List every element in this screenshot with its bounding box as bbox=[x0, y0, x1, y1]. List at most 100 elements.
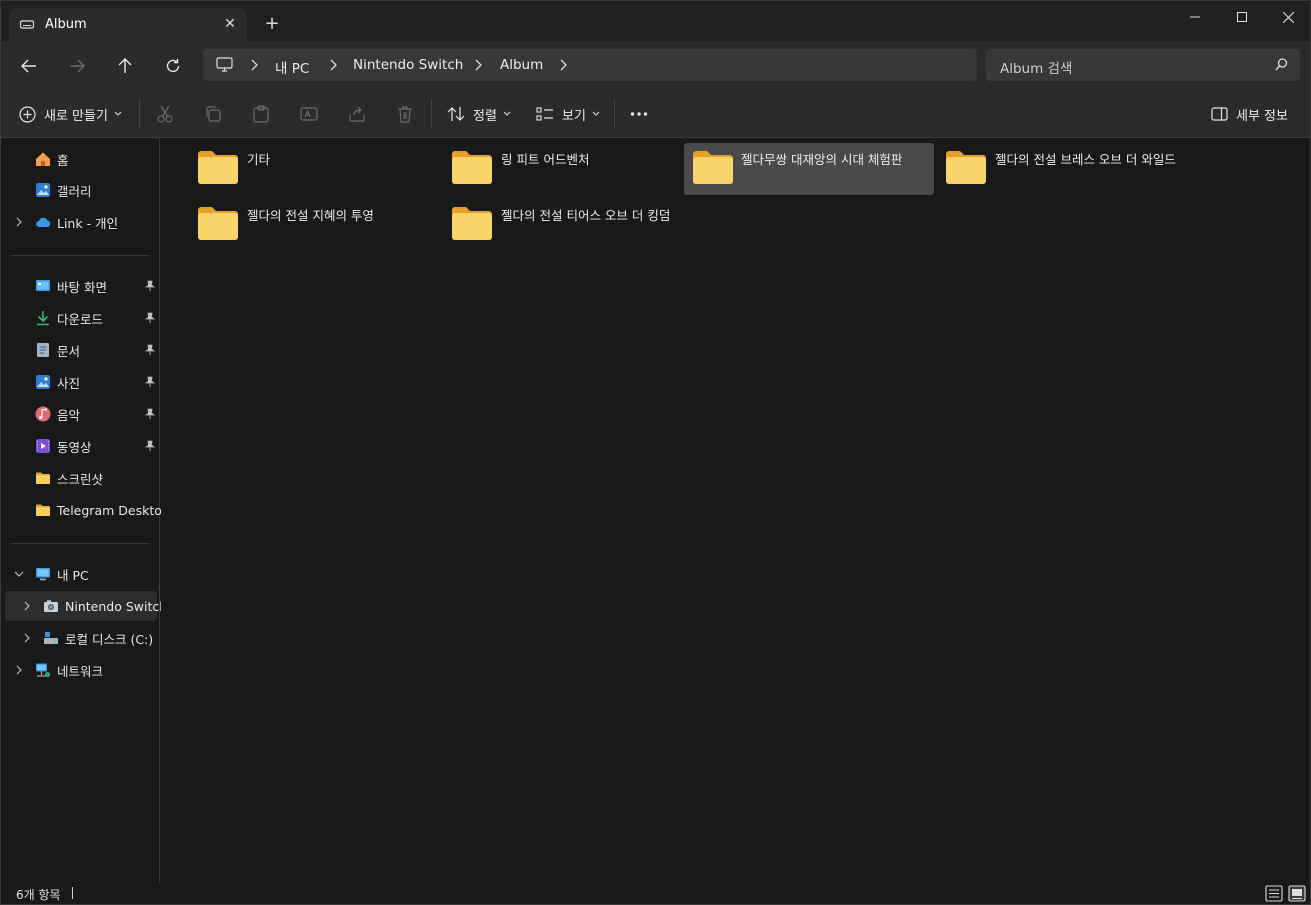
pin-icon[interactable] bbox=[145, 280, 155, 292]
folder-icon bbox=[36, 472, 50, 484]
large-icons-view-icon[interactable] bbox=[1288, 885, 1306, 902]
close-window-button[interactable] bbox=[1265, 1, 1310, 33]
navigation-bar: 내 PC Nintendo Switch Album Album 검색 bbox=[1, 41, 1310, 89]
pin-icon[interactable] bbox=[145, 344, 155, 356]
rename-icon bbox=[300, 107, 318, 121]
sidebar-item-onedrive[interactable]: Link - 개인 bbox=[5, 207, 157, 237]
sidebar-label: 음악 bbox=[57, 407, 81, 423]
sidebar-item-downloads[interactable]: 다운로드 bbox=[5, 303, 157, 333]
folder-item[interactable]: 젤다의 전설 지혜의 투영 bbox=[176, 199, 426, 251]
chevron-right-icon bbox=[475, 59, 482, 71]
sidebar-item-screenshots[interactable]: 스크린샷 bbox=[5, 463, 157, 493]
sidebar-item-videos[interactable]: 동영상 bbox=[5, 431, 157, 461]
new-button[interactable]: 새로 만들기 bbox=[19, 103, 122, 125]
chevron-right-icon[interactable] bbox=[21, 632, 33, 644]
minimize-icon bbox=[1190, 16, 1200, 18]
refresh-icon bbox=[166, 59, 180, 73]
tab-album[interactable]: Album ✕ bbox=[9, 8, 247, 41]
share-button[interactable] bbox=[348, 103, 366, 125]
pin-icon[interactable] bbox=[145, 408, 155, 420]
minimize-button[interactable] bbox=[1172, 1, 1218, 33]
pin-icon[interactable] bbox=[145, 376, 155, 388]
document-icon bbox=[37, 343, 49, 357]
computer-icon bbox=[36, 568, 50, 581]
address-bar[interactable]: 내 PC Nintendo Switch Album bbox=[203, 49, 977, 81]
view-label: 보기 bbox=[562, 108, 586, 124]
sidebar-label: 문서 bbox=[57, 343, 81, 359]
folder-name: 젤다무쌍 대재앙의 시대 체험판 bbox=[741, 152, 903, 167]
paste-button[interactable] bbox=[252, 103, 270, 125]
maximize-button[interactable] bbox=[1219, 1, 1265, 33]
sidebar-label: Nintendo Switch bbox=[65, 598, 168, 614]
folder-item[interactable]: 젤다의 전설 티어스 오브 더 킹덤 bbox=[430, 199, 680, 251]
more-icon bbox=[630, 112, 648, 116]
video-icon bbox=[36, 439, 50, 453]
new-tab-button[interactable]: + bbox=[261, 13, 283, 35]
folder-icon bbox=[946, 151, 986, 184]
details-view-icon[interactable] bbox=[1265, 885, 1283, 902]
more-options-button[interactable] bbox=[630, 103, 648, 125]
sidebar-item-home[interactable]: 홈 bbox=[5, 144, 157, 174]
monitor-icon bbox=[216, 57, 233, 72]
breadcrumb-this-pc[interactable]: 내 PC bbox=[275, 57, 309, 77]
sidebar-label: 로컬 디스크 (C:) bbox=[65, 631, 154, 647]
forward-button[interactable] bbox=[64, 53, 90, 79]
sort-label: 정렬 bbox=[473, 108, 497, 124]
view-button[interactable]: 보기 bbox=[536, 103, 600, 125]
breadcrumb-album[interactable]: Album bbox=[500, 57, 543, 73]
status-bar: 6개 항목 bbox=[1, 883, 1310, 904]
chevron-right-icon[interactable] bbox=[13, 664, 25, 676]
cut-button[interactable] bbox=[156, 103, 174, 125]
copy-button[interactable] bbox=[204, 103, 222, 125]
desktop-icon bbox=[36, 280, 50, 291]
folder-item[interactable]: 링 피트 어드벤처 bbox=[430, 143, 680, 195]
toolbar-divider bbox=[139, 99, 140, 129]
scissors-icon bbox=[157, 105, 173, 123]
title-bar: Album ✕ + bbox=[1, 1, 1310, 41]
sidebar-item-gallery[interactable]: 갤러리 bbox=[5, 175, 157, 205]
share-icon bbox=[349, 106, 365, 122]
rename-button[interactable] bbox=[300, 103, 318, 125]
pictures-icon bbox=[36, 375, 50, 389]
pin-icon[interactable] bbox=[145, 440, 155, 452]
sidebar-item-this-pc[interactable]: 내 PC bbox=[5, 559, 157, 589]
sidebar-item-pictures[interactable]: 사진 bbox=[5, 367, 157, 397]
details-pane-button[interactable]: 세부 정보 bbox=[1211, 103, 1288, 125]
trash-icon bbox=[398, 106, 412, 123]
sidebar-item-telegram[interactable]: Telegram Desktop bbox=[5, 495, 170, 525]
pin-icon[interactable] bbox=[145, 312, 155, 324]
delete-button[interactable] bbox=[396, 103, 414, 125]
sidebar-item-local-disk[interactable]: 로컬 디스크 (C:) bbox=[5, 623, 157, 653]
folder-item[interactable]: 젤다무쌍 대재앙의 시대 체험판 bbox=[684, 143, 934, 195]
details-label: 세부 정보 bbox=[1236, 108, 1288, 124]
chevron-down-icon bbox=[114, 111, 122, 116]
sidebar-item-network[interactable]: 네트워크 bbox=[5, 655, 157, 685]
close-tab-button[interactable]: ✕ bbox=[219, 14, 241, 34]
copy-icon bbox=[206, 106, 221, 122]
sidebar-item-music[interactable]: 음악 bbox=[5, 399, 157, 429]
close-icon bbox=[1282, 11, 1294, 23]
folder-item[interactable]: 젤다의 전설 브레스 오브 더 와일드 bbox=[924, 143, 1176, 195]
details-pane-icon bbox=[1211, 107, 1228, 121]
sort-button[interactable]: 정렬 bbox=[447, 103, 511, 125]
sidebar-item-desktop[interactable]: 바탕 화면 bbox=[5, 271, 157, 301]
sidebar-item-nintendo-switch[interactable]: Nintendo Switch bbox=[5, 591, 167, 621]
breadcrumb-nintendo-switch[interactable]: Nintendo Switch bbox=[353, 57, 463, 73]
navigation-pane: 홈 갤러리 Link - 개인 바탕 화면 다운로드 문서 사진 음악 동영상 … bbox=[1, 138, 170, 883]
drive-icon bbox=[20, 20, 34, 29]
sidebar-label: 다운로드 bbox=[57, 311, 104, 327]
chevron-down-icon[interactable] bbox=[13, 568, 25, 580]
search-input[interactable]: Album 검색 bbox=[986, 49, 1300, 81]
chevron-right-icon[interactable] bbox=[13, 216, 25, 228]
sidebar-item-documents[interactable]: 문서 bbox=[5, 335, 157, 365]
sidebar-label: 사진 bbox=[57, 375, 81, 391]
item-count: 6개 항목 bbox=[16, 888, 61, 902]
back-button[interactable] bbox=[16, 53, 42, 79]
camera-icon bbox=[44, 600, 58, 612]
up-button[interactable] bbox=[112, 53, 138, 79]
folder-item[interactable]: 기타 bbox=[176, 143, 426, 195]
refresh-button[interactable] bbox=[160, 53, 186, 79]
chevron-right-icon bbox=[560, 59, 567, 71]
chevron-right-icon[interactable] bbox=[21, 600, 33, 612]
folder-name: 젤다의 전설 브레스 오브 더 와일드 bbox=[995, 152, 1176, 167]
